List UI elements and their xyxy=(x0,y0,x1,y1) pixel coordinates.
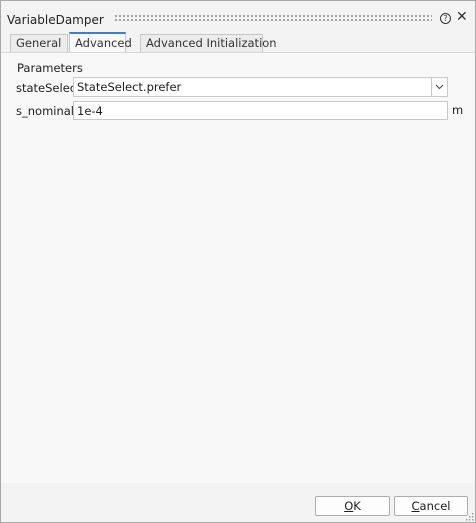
stateselect-dropdown-button[interactable] xyxy=(432,77,448,97)
chevron-down-icon xyxy=(435,84,444,90)
tab-advanced[interactable]: Advanced xyxy=(69,32,132,53)
stateselect-dropdown[interactable]: StateSelect.prefer xyxy=(73,77,432,97)
tab-general[interactable]: General xyxy=(10,34,68,52)
tab-advanced-label: Advanced xyxy=(75,36,132,50)
s-nominal-label: s_nominal xyxy=(16,104,74,118)
cancel-mnemonic: C xyxy=(411,499,420,513)
tab-advanced-initialization-label: Advanced Initialization xyxy=(146,36,277,50)
resize-grip-icon[interactable] xyxy=(464,511,474,521)
parameters-group-label: Parameters xyxy=(17,61,83,75)
tab-advanced-initialization[interactable]: Advanced Initialization xyxy=(140,34,277,52)
help-icon[interactable]: ? xyxy=(440,13,451,24)
cancel-button[interactable]: Cancel xyxy=(394,496,468,516)
dialog-window: VariableDamper ? ✕ General Advanced Adva… xyxy=(0,0,476,523)
ok-label-rest: K xyxy=(353,499,361,513)
stateselect-label: stateSelect xyxy=(16,81,81,95)
s-nominal-input[interactable] xyxy=(73,101,448,120)
window-title: VariableDamper xyxy=(7,13,104,27)
drag-handle[interactable] xyxy=(114,14,432,23)
ok-mnemonic: O xyxy=(344,499,354,513)
tab-general-label: General xyxy=(16,36,62,50)
stateselect-value: StateSelect.prefer xyxy=(77,80,182,94)
title-bar[interactable]: VariableDamper ? ✕ xyxy=(1,1,475,31)
s-nominal-unit: m xyxy=(452,103,464,117)
cancel-label-rest: ancel xyxy=(419,499,451,513)
ok-button[interactable]: OK xyxy=(315,496,390,516)
close-icon[interactable]: ✕ xyxy=(456,9,468,25)
